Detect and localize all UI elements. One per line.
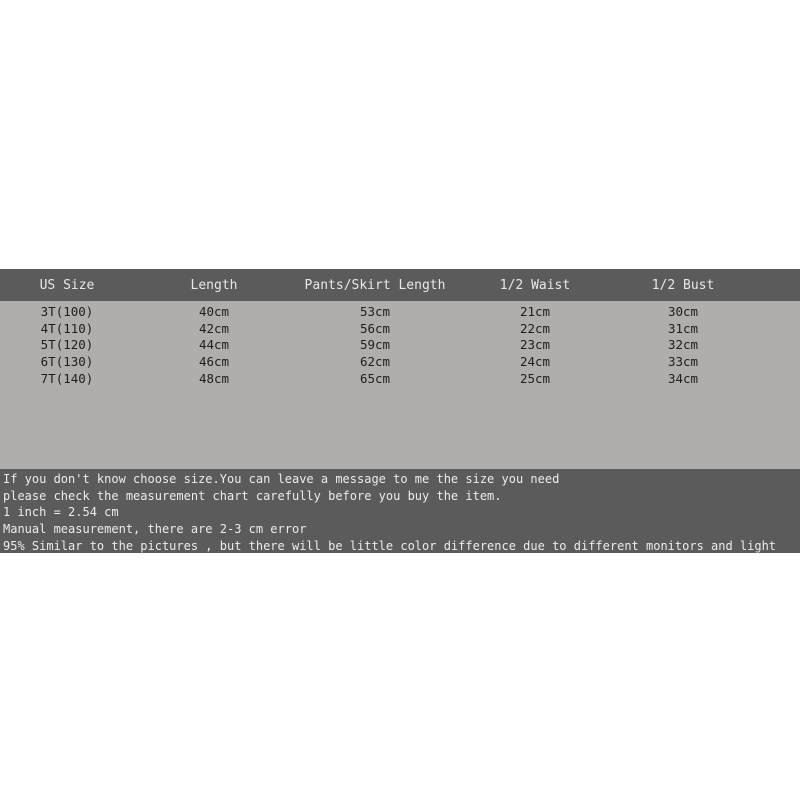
header-pants-skirt-length: Pants/Skirt Length <box>304 278 446 293</box>
table-header: US Size Length Pants/Skirt Length 1/2 Wa… <box>0 269 800 301</box>
table-cell: 46cm <box>198 354 230 370</box>
table-cell: 25cm <box>519 370 551 386</box>
size-chart: US Size Length Pants/Skirt Length 1/2 Wa… <box>0 269 800 553</box>
table-cell: 53cm <box>359 304 391 319</box>
note-line: 95% Similar to the pictures , but there … <box>3 538 777 553</box>
table-cell: 30cm <box>667 304 699 319</box>
header-length: Length <box>190 278 238 293</box>
table-body: 3T(100) 40cm 53cm 21cm 30cm 4T(110) 42cm 56cm 22… <box>0 301 800 469</box>
table-cell: 7T(140) <box>40 370 94 386</box>
note-line: If you don't know choose size.You can le… <box>3 472 560 486</box>
table-cell: 21cm <box>519 304 551 319</box>
note-line: Manual measurement, there are 2-3 cm err… <box>3 522 307 537</box>
table-cell: 4T(110) <box>40 320 94 336</box>
table-cell: 34cm <box>667 370 699 386</box>
header-us-size: US Size <box>39 278 95 293</box>
header-half-bust: 1/2 Bust <box>651 278 715 293</box>
table-cell: 6T(130) <box>40 354 94 370</box>
table-cell: 40cm <box>198 304 230 319</box>
table-cell: 42cm <box>198 320 230 336</box>
table-cell: 23cm <box>519 337 551 353</box>
table-cell: 31cm <box>667 320 699 336</box>
table-cell: 22cm <box>519 320 551 336</box>
table-cell: 24cm <box>519 354 551 370</box>
table-cell: 32cm <box>667 337 699 353</box>
table-cell: 5T(120) <box>40 337 94 353</box>
table-cell: 3T(100) <box>40 304 94 319</box>
notes: If you don't know choose size.You can le… <box>0 469 800 553</box>
header-half-waist: 1/2 Waist <box>499 278 571 293</box>
table-cell: 62cm <box>359 354 391 370</box>
note-line: please check the measurement chart caref… <box>3 488 502 503</box>
note-line: 1 inch = 2.54 cm <box>3 505 119 520</box>
table-cell: 44cm <box>198 337 230 353</box>
table-cell: 48cm <box>198 370 230 386</box>
table-cell: 56cm <box>359 320 391 336</box>
table-cell: 33cm <box>667 354 699 370</box>
table-cell: 59cm <box>359 337 391 353</box>
table-cell: 65cm <box>359 370 391 386</box>
